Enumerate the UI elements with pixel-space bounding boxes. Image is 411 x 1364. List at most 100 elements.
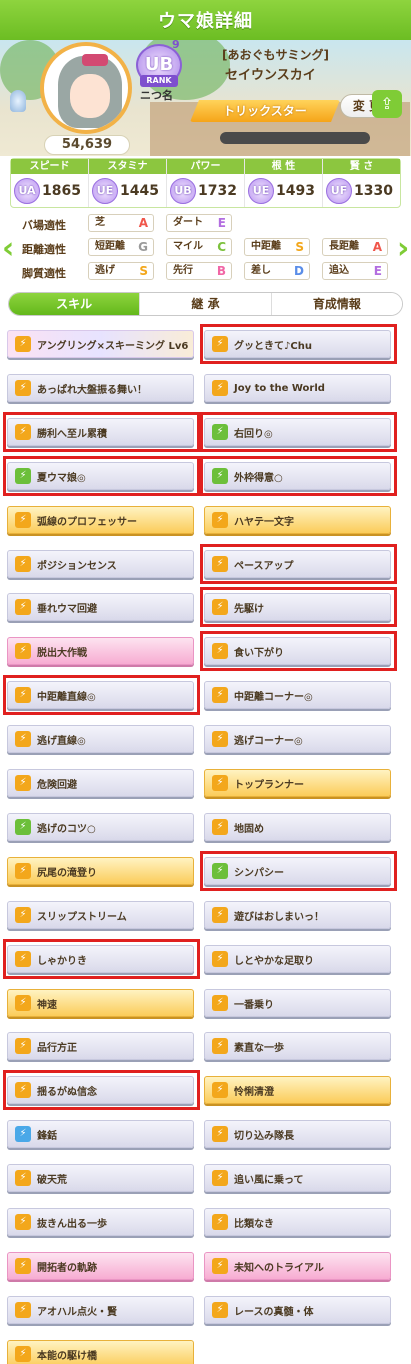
skill-item[interactable]: ⚡ 開拓者の軌跡: [7, 1252, 194, 1280]
skill-item[interactable]: ⚡ しとやかな足取り: [204, 945, 391, 973]
skill-icon: ⚡: [15, 468, 31, 484]
skill-name: 食い下がり: [234, 647, 284, 659]
skill-item[interactable]: ⚡ 切り込み隊長: [204, 1120, 391, 1148]
skill-item[interactable]: ⚡ Joy to the World: [204, 374, 391, 402]
skill-name: アングリング×スキーミング Lv6: [37, 340, 189, 352]
aptitude-grade: C: [217, 240, 226, 254]
skill-icon: ⚡: [212, 643, 228, 659]
aptitude-name: 短距離: [95, 241, 125, 252]
aptitude-grade: D: [294, 264, 304, 278]
skill-item[interactable]: ⚡ 神速: [7, 989, 194, 1017]
skill-item[interactable]: ⚡ しゃかりき: [7, 945, 194, 973]
stat-label: 賢 さ: [323, 159, 400, 174]
skill-item[interactable]: ⚡ レースの真髄・体: [204, 1296, 391, 1324]
skill-item[interactable]: ⚡ ペースアップ: [204, 550, 391, 578]
skill-item[interactable]: ⚡ あっぱれ大盤振る舞い！: [7, 374, 194, 402]
skill-item[interactable]: ⚡ シンパシー: [204, 857, 391, 885]
skill-item[interactable]: ⚡ 地固め: [204, 813, 391, 841]
skill-icon: ⚡: [212, 731, 228, 747]
skill-icon: ⚡: [212, 1082, 228, 1098]
skill-item[interactable]: ⚡ ハヤテ一文字: [204, 506, 391, 534]
tab-0[interactable]: スキル: [9, 293, 141, 315]
skill-item[interactable]: ⚡ 脱出大作戦: [7, 637, 194, 665]
skill-list: ⚡ アングリング×スキーミング Lv6 ⚡ グッときて♪Chu ⚡ あっぱれ大盤振る舞い！…: [0, 320, 411, 1364]
skill-item[interactable]: ⚡ 品行方正: [7, 1032, 194, 1060]
skill-icon: ⚡: [15, 775, 31, 791]
skill-name: ポジションセンス: [37, 560, 117, 572]
chevron-right-icon[interactable]: ›: [397, 232, 411, 266]
skill-item[interactable]: ⚡ 垂れウマ回避: [7, 593, 194, 621]
skill-item[interactable]: ⚡ グッときて♪Chu: [204, 330, 391, 358]
skill-item[interactable]: ⚡ ポジションセンス: [7, 550, 194, 578]
aptitude-row-distance: 距離適性 短距離 G マイル C 中距離 S 長距離 A: [22, 238, 392, 258]
aptitude-name: 長距離: [329, 241, 359, 252]
skill-item[interactable]: ⚡ 揺るがぬ信念: [7, 1076, 194, 1104]
nickname-button[interactable]: ニつ名: [140, 87, 173, 103]
skill-item[interactable]: ⚡ 一番乗り: [204, 989, 391, 1017]
skill-name: シンパシー: [234, 867, 284, 879]
skill-icon: ⚡: [15, 1170, 31, 1186]
skill-item[interactable]: ⚡ 抜きん出る一歩: [7, 1208, 194, 1236]
skill-icon: ⚡: [15, 1082, 31, 1098]
aptitude-grade: G: [138, 240, 148, 254]
skill-name: 勝利へ至ル累積: [37, 428, 107, 440]
character-name: セイウンスカイ: [225, 68, 316, 83]
skill-item[interactable]: ⚡ 逃げ直線◎: [7, 725, 194, 753]
tab-1[interactable]: 継 承: [140, 293, 272, 315]
stat-value: 1732: [198, 182, 237, 199]
stat-label: パワー: [167, 159, 244, 174]
stat-value-row: UF 1330: [323, 174, 400, 207]
skill-item[interactable]: ⚡ 弧線のプロフェッサー: [7, 506, 194, 534]
skill-item[interactable]: ⚡ 逃げコーナー◎: [204, 725, 391, 753]
skill-item[interactable]: ⚡ 夏ウマ娘◎: [7, 462, 194, 490]
skill-icon: ⚡: [212, 512, 228, 528]
skill-item[interactable]: ⚡ スリップストリーム: [7, 901, 194, 929]
skill-item[interactable]: ⚡ 尻尾の滝登り: [7, 857, 194, 885]
stat-value: 1865: [42, 182, 81, 199]
skill-item[interactable]: ⚡ 逃げのコツ○: [7, 813, 194, 841]
skill-name: アオハル点火・賢: [37, 1306, 117, 1318]
aptitude-name: 差し: [251, 265, 271, 276]
skill-item[interactable]: ⚡ 本能の駆け橋: [7, 1340, 194, 1364]
skill-item[interactable]: ⚡ 比類なき: [204, 1208, 391, 1236]
stat-3: 根 性 UE 1493: [245, 159, 323, 207]
aptitude-label: バ場適性: [22, 219, 66, 232]
aptitude-grade: B: [216, 264, 226, 278]
skill-icon: ⚡: [15, 1346, 31, 1362]
skill-icon: ⚡: [15, 731, 31, 747]
skill-item[interactable]: ⚡ 素直な一歩: [204, 1032, 391, 1060]
skill-item[interactable]: ⚡ 中距離コーナー◎: [204, 681, 391, 709]
skill-item[interactable]: ⚡ 破天荒: [7, 1164, 194, 1192]
skill-item[interactable]: ⚡ トップランナー: [204, 769, 391, 797]
skill-item[interactable]: ⚡ アングリング×スキーミング Lv6: [7, 330, 194, 358]
share-icon[interactable]: ⇪: [372, 90, 402, 118]
aptitude-grade: A: [372, 240, 382, 254]
stat-value: 1330: [354, 182, 393, 199]
chevron-left-icon[interactable]: ‹: [2, 232, 16, 266]
skill-item[interactable]: ⚡ アオハル点火・賢: [7, 1296, 194, 1324]
skill-item[interactable]: ⚡ 遊びはおしまいっ！: [204, 901, 391, 929]
skill-item[interactable]: ⚡ 危険回避: [7, 769, 194, 797]
skill-name: 鋒銛: [37, 1130, 57, 1142]
skill-name: 弧線のプロフェッサー: [37, 516, 137, 528]
skill-item[interactable]: ⚡ 中距離直線◎: [7, 681, 194, 709]
skill-icon: ⚡: [15, 424, 31, 440]
stats-panel: スピード UA 1865 スタミナ UE 1445 パワー UB 1732 根 性 UE 1493 賢 …: [10, 158, 401, 208]
skill-item[interactable]: ⚡ 右回り◎: [204, 418, 391, 446]
skill-item[interactable]: ⚡ 外枠得意○: [204, 462, 391, 490]
skill-item[interactable]: ⚡ 勝利へ至ル累積: [7, 418, 194, 446]
tab-2[interactable]: 育成情報: [271, 293, 402, 315]
skill-item[interactable]: ⚡ 追い風に乗って: [204, 1164, 391, 1192]
skill-item[interactable]: ⚡ 食い下がり: [204, 637, 391, 665]
skill-icon: ⚡: [15, 1038, 31, 1054]
skill-icon: ⚡: [212, 1258, 228, 1274]
skill-name: しとやかな足取り: [234, 955, 314, 967]
skill-icon: ⚡: [15, 336, 31, 352]
skill-item[interactable]: ⚡ 先駆け: [204, 593, 391, 621]
skill-icon: ⚡: [212, 819, 228, 835]
skill-item[interactable]: ⚡ 鋒銛: [7, 1120, 194, 1148]
rank-number: 9: [172, 40, 180, 51]
skill-item[interactable]: ⚡ 怜悧清澄: [204, 1076, 391, 1104]
skill-item[interactable]: ⚡ 未知へのトライアル: [204, 1252, 391, 1280]
aptitude-name: 逃げ: [95, 265, 115, 276]
